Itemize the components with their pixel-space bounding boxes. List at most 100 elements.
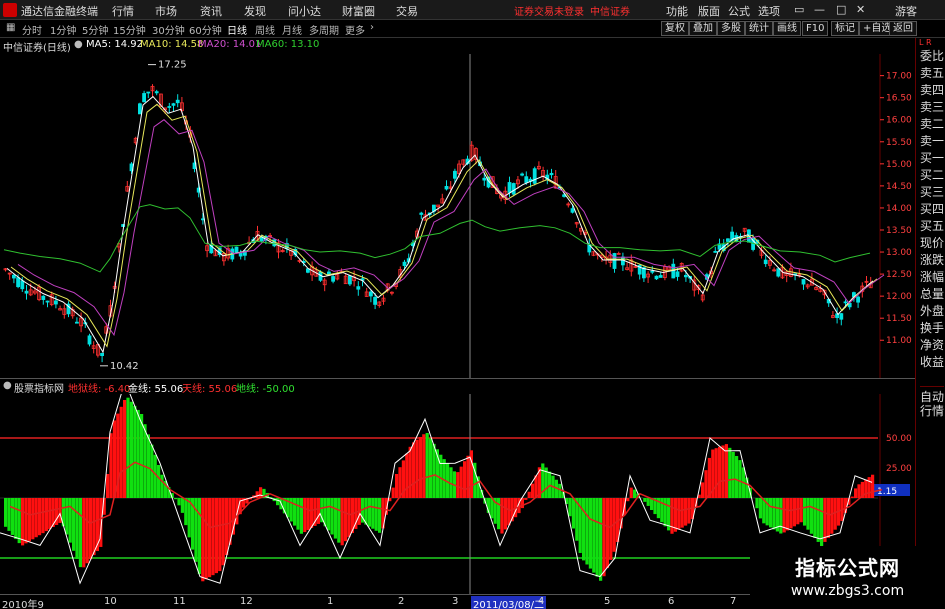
period-tab[interactable]: 60分钟 <box>189 22 222 37</box>
function-button[interactable]: 功能 <box>666 3 688 19</box>
candle-body <box>763 259 768 265</box>
minimize-window-icon[interactable]: — <box>814 3 825 16</box>
sidebar-item[interactable]: 总量 <box>920 286 944 302</box>
period-grid-icon[interactable]: ▦ <box>6 22 15 33</box>
guest-label[interactable]: 游客 <box>895 3 917 19</box>
candle-body <box>675 271 680 277</box>
histogram-bar <box>340 498 344 546</box>
histogram-bar <box>374 498 378 531</box>
overlay-button[interactable]: 叠加 <box>689 21 717 36</box>
sidebar-item[interactable]: 卖四 <box>920 82 944 98</box>
histogram-bar <box>803 498 807 526</box>
histogram-bar <box>44 498 48 532</box>
sidebar-item[interactable]: 涨幅 <box>920 269 944 285</box>
histogram-bar <box>585 498 589 565</box>
period-tab[interactable]: 5分钟 <box>82 22 108 37</box>
maximize-icon[interactable]: □ <box>836 3 846 16</box>
back-button[interactable]: 返回 <box>889 21 917 36</box>
sidebar-item[interactable]: 买一 <box>920 150 944 166</box>
candle-body <box>11 274 16 279</box>
sidebar-item[interactable]: 现价 <box>920 235 944 251</box>
candle-body <box>776 268 781 277</box>
sidebar-item[interactable]: 卖三 <box>920 99 944 115</box>
histogram-bar <box>466 455 470 498</box>
menu-quotes[interactable]: 行情 <box>112 3 134 19</box>
histogram-bar <box>850 496 854 498</box>
sidebar-item[interactable]: 涨跌 <box>920 252 944 268</box>
mark-button[interactable]: 标记 <box>831 21 859 36</box>
formula-button[interactable]: 公式 <box>728 3 750 19</box>
histogram-bar <box>78 498 82 568</box>
stats-button[interactable]: 统计 <box>745 21 773 36</box>
indicator-name[interactable]: 股票指标网 <box>14 380 64 395</box>
watermark-url: www.zbgs3.com <box>790 583 905 599</box>
histogram-bar <box>75 498 79 559</box>
sidebar-item[interactable]: 买五 <box>920 218 944 234</box>
cursor-date-label: 2011/03/08/二 <box>471 596 547 609</box>
period-tab[interactable]: 周线 <box>255 22 275 37</box>
histogram-bar <box>503 498 507 530</box>
sidebar-item[interactable]: 卖二 <box>920 116 944 132</box>
minimize-icon[interactable]: ▭ <box>794 3 804 16</box>
broker-name[interactable]: 中信证券 <box>590 3 630 18</box>
histogram-bar <box>38 498 42 536</box>
sidebar-item[interactable]: 卖一 <box>920 133 944 149</box>
candle-body <box>24 290 29 294</box>
close-icon[interactable]: ✕ <box>856 3 865 16</box>
f10-button[interactable]: F10 <box>802 21 829 36</box>
login-notice[interactable]: 证券交易未登录 <box>514 3 584 18</box>
multi-stock-button[interactable]: 多股 <box>717 21 745 36</box>
histogram-bar <box>48 498 52 530</box>
histogram-bar <box>211 498 215 576</box>
app-title: 通达信金融终端 <box>21 5 98 18</box>
indicator-settings-icon[interactable]: ● <box>3 380 12 391</box>
candle-body <box>839 313 844 320</box>
draw-button[interactable]: 画线 <box>773 21 801 36</box>
settings-circle-icon[interactable]: ● <box>74 39 83 50</box>
histogram-bar <box>755 498 759 509</box>
period-tab[interactable]: 多周期 <box>309 22 339 37</box>
sidebar-item[interactable]: 卖五 <box>920 65 944 81</box>
sidebar-item[interactable]: 收益 <box>920 354 944 370</box>
period-toolbar: ▦ 分时 1分钟 5分钟 15分钟 30分钟 60分钟 日线 周线 月线 多周期… <box>0 20 945 38</box>
candle-body <box>368 291 373 297</box>
period-tab[interactable]: 分时 <box>22 22 42 37</box>
layout-button[interactable]: 版面 <box>698 3 720 19</box>
sidebar-item[interactable]: 委比 <box>920 48 944 64</box>
period-more[interactable]: 更多 <box>345 22 365 37</box>
histogram-bar <box>201 498 205 582</box>
period-tab[interactable]: 15分钟 <box>113 22 146 37</box>
histogram-bar <box>123 400 127 498</box>
menu-wealth[interactable]: 财富圈 <box>342 3 375 19</box>
menu-market[interactable]: 市场 <box>155 3 177 19</box>
histogram-bar <box>806 498 810 530</box>
sidebar-item[interactable]: 外盘 <box>920 303 944 319</box>
histogram-bar <box>344 498 348 542</box>
price-chart[interactable]: 17.00 16.50 16.00 15.50 15.00 14.50 14.00 13.50… <box>0 54 915 378</box>
sidebar-quotes[interactable]: 行情 <box>920 403 944 419</box>
sidebar-item[interactable]: 换手 <box>920 320 944 336</box>
menu-ask[interactable]: 问小达 <box>288 3 321 19</box>
histogram-bar <box>422 434 426 498</box>
restore-rights-button[interactable]: 复权 <box>661 21 689 36</box>
period-tab-daily[interactable]: 日线 <box>227 22 247 37</box>
chevron-right-icon[interactable]: › <box>370 22 374 33</box>
menu-news[interactable]: 资讯 <box>200 3 222 19</box>
menu-discover[interactable]: 发现 <box>244 3 266 19</box>
sidebar-item[interactable]: 买四 <box>920 201 944 217</box>
candle-body <box>507 182 512 193</box>
histogram-bar <box>871 474 875 498</box>
period-tab[interactable]: 月线 <box>282 22 302 37</box>
sidebar-item[interactable]: 买三 <box>920 184 944 200</box>
sidebar-item[interactable]: 净资 <box>920 337 944 353</box>
options-button[interactable]: 选项 <box>758 3 780 19</box>
period-tab[interactable]: 30分钟 <box>152 22 185 37</box>
histogram-bar <box>429 438 433 498</box>
histogram-bar <box>456 472 460 498</box>
sidebar-corner[interactable]: L R <box>919 38 932 47</box>
period-tab[interactable]: 1分钟 <box>50 22 76 37</box>
candle-body <box>167 106 172 108</box>
sidebar-item[interactable]: 买二 <box>920 167 944 183</box>
histogram-bar <box>255 491 259 498</box>
menu-trade[interactable]: 交易 <box>396 3 418 19</box>
